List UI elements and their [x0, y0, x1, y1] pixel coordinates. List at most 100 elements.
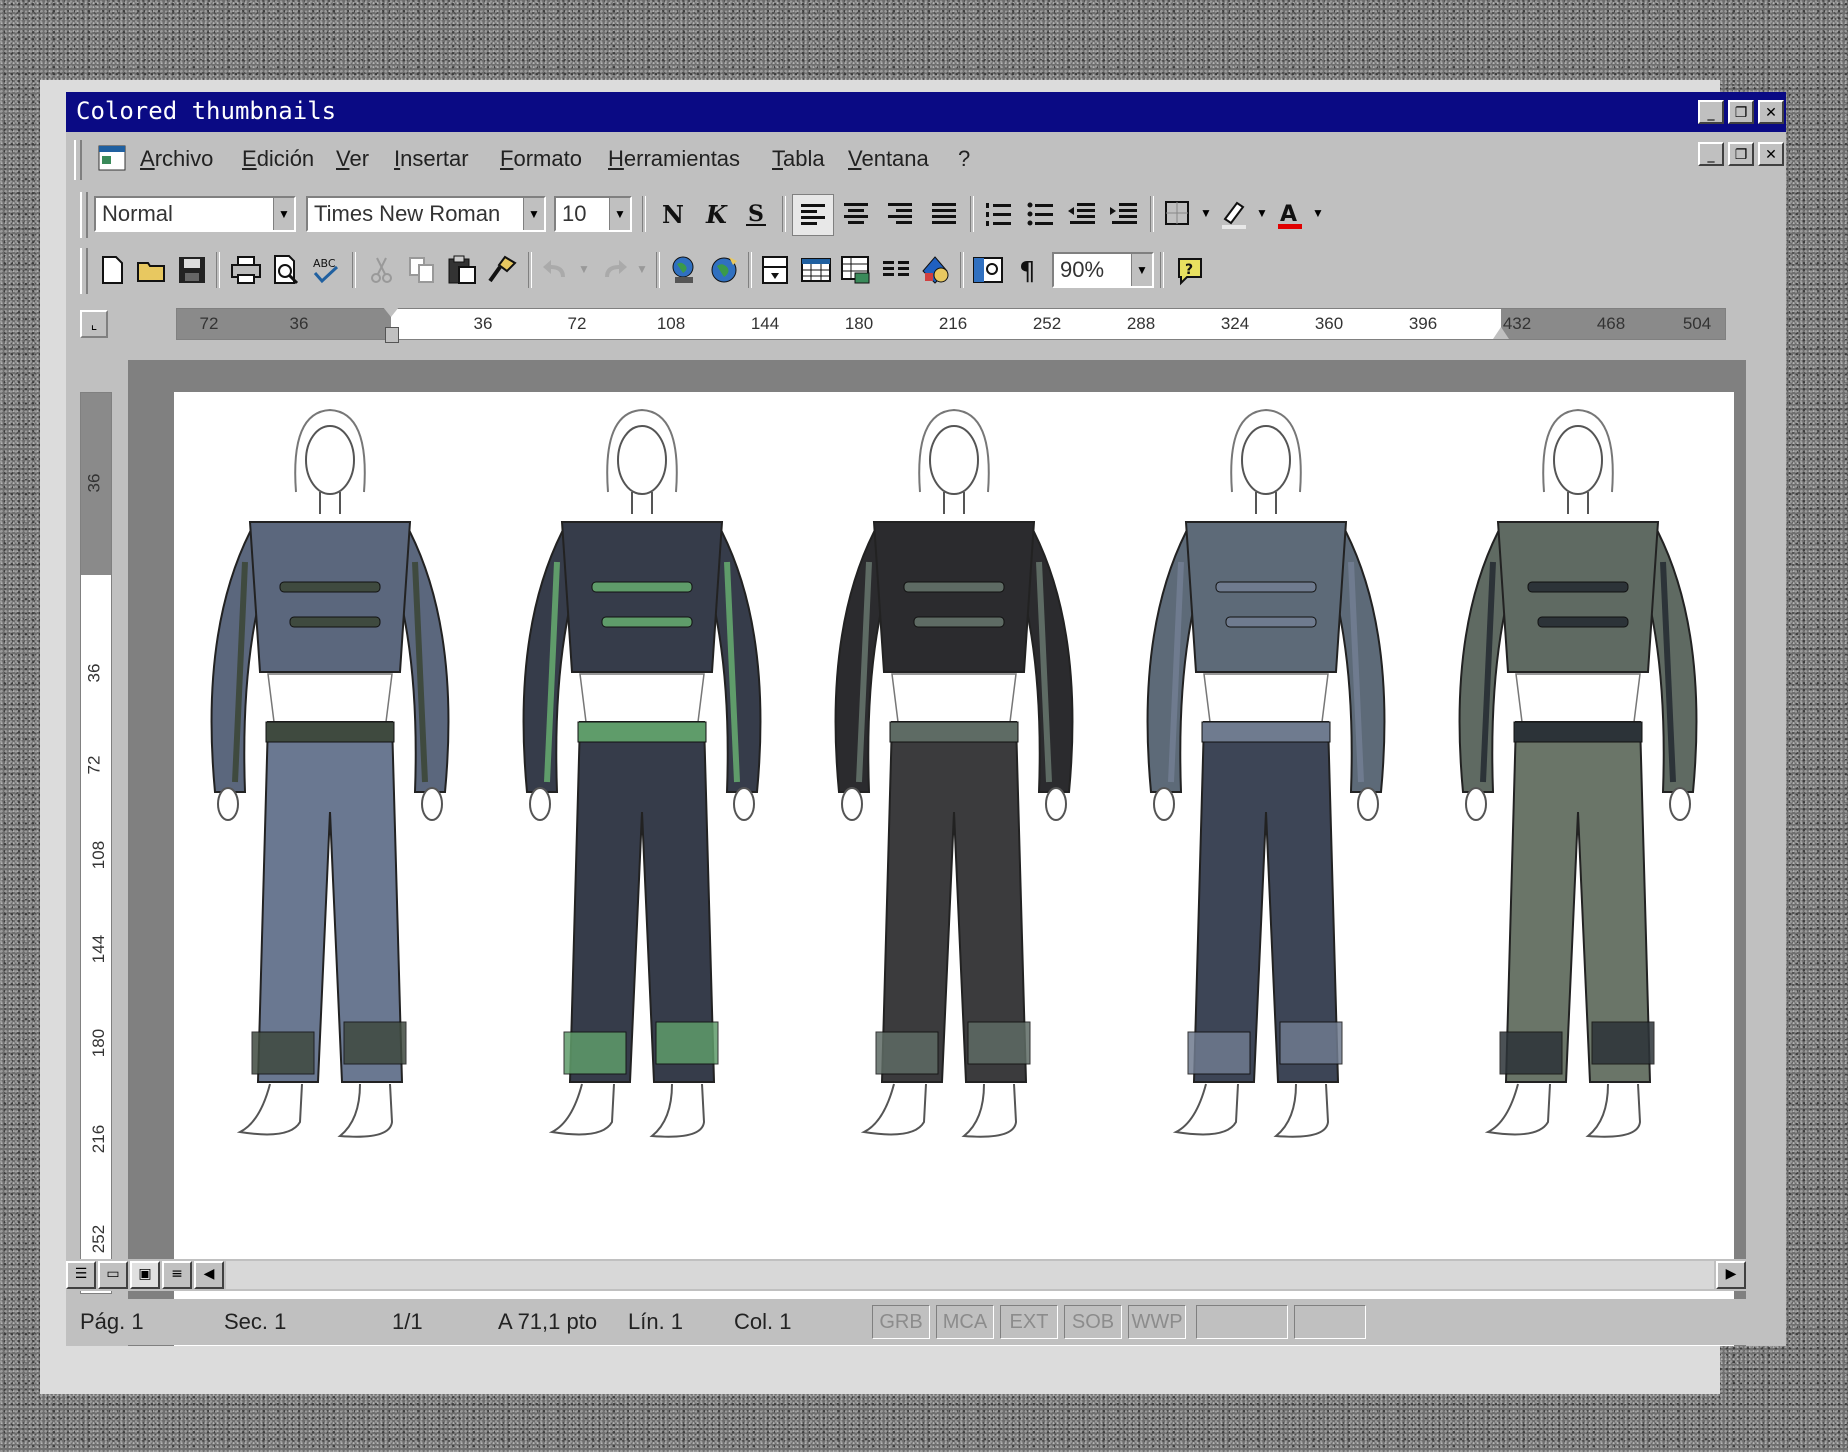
new-button[interactable]	[92, 250, 132, 290]
office-assistant-button[interactable]: ?	[1170, 250, 1210, 290]
chevron-down-icon[interactable]: ▼	[636, 262, 648, 276]
right-hand	[1045, 787, 1067, 821]
horizontal-ruler[interactable]: 72 36 36 72 108 144 180 216 252 288 324 …	[176, 307, 1726, 343]
font-combo[interactable]: Times New Roman ▼	[306, 196, 546, 232]
web-toolbar-button[interactable]	[704, 250, 744, 290]
doc-close-button[interactable]: ✕	[1758, 142, 1784, 166]
toolbar-grip[interactable]	[80, 248, 88, 294]
zoom-value: 90%	[1060, 257, 1105, 282]
outline-view-button[interactable]: ≡	[162, 1261, 192, 1289]
copy-button[interactable]	[402, 250, 442, 290]
close-button[interactable]: ✕	[1758, 100, 1784, 124]
document-page[interactable]	[174, 392, 1734, 1346]
left-hand	[1153, 787, 1175, 821]
show-hide-button[interactable]: ¶	[1008, 250, 1048, 290]
horizontal-scroll-track[interactable]	[226, 1261, 1714, 1289]
chevron-down-icon[interactable]: ▼	[609, 198, 630, 230]
first-line-indent-marker[interactable]	[383, 307, 399, 317]
increase-indent-button[interactable]	[1104, 194, 1144, 234]
insert-spreadsheet-button[interactable]	[836, 250, 876, 290]
print-layout-view-button[interactable]: ▣	[130, 1261, 160, 1289]
restore-button[interactable]: ❐	[1728, 100, 1754, 124]
cut-button[interactable]	[362, 250, 402, 290]
align-right-button[interactable]	[880, 194, 920, 234]
chevron-down-icon[interactable]: ▼	[1200, 206, 1212, 220]
borders-button[interactable]	[1158, 194, 1198, 234]
menu-formato[interactable]: Formato	[500, 146, 582, 172]
style-combo[interactable]: Normal ▼	[94, 196, 296, 232]
status-mode-mca[interactable]: MCA	[936, 1305, 994, 1339]
highlight-button[interactable]	[1214, 194, 1254, 234]
status-mode-grb[interactable]: GRB	[872, 1305, 930, 1339]
menu-insertar[interactable]: Insertar	[394, 146, 469, 172]
menu-edicion[interactable]: Edición	[242, 146, 314, 172]
menu-archivo[interactable]: Archivo	[140, 146, 213, 172]
chevron-down-icon[interactable]: ▼	[1256, 206, 1268, 220]
right-indent-marker[interactable]	[1493, 327, 1509, 339]
minimize-button[interactable]: _	[1698, 100, 1724, 124]
toolbar-grip[interactable]	[80, 192, 88, 238]
print-preview-button[interactable]	[266, 250, 306, 290]
save-icon	[179, 257, 205, 283]
save-button[interactable]	[172, 250, 212, 290]
insert-table-button[interactable]	[796, 250, 836, 290]
toolbar-separator	[1150, 196, 1154, 232]
hyperlink-button[interactable]	[664, 250, 704, 290]
left-hand	[529, 787, 551, 821]
document-map-button[interactable]	[968, 250, 1008, 290]
font-color-button[interactable]: A	[1270, 194, 1310, 234]
chevron-down-icon[interactable]: ▼	[578, 262, 590, 276]
scroll-left-button[interactable]: ◀	[194, 1261, 224, 1289]
doc-minimize-button[interactable]: _	[1698, 142, 1724, 166]
align-center-button[interactable]	[836, 194, 876, 234]
columns-button[interactable]	[876, 250, 916, 290]
print-button[interactable]	[226, 250, 266, 290]
svg-text:A: A	[1280, 202, 1297, 227]
align-left-button[interactable]	[792, 194, 834, 236]
status-mode-ext[interactable]: EXT	[1000, 1305, 1058, 1339]
menu-ventana[interactable]: Ventana	[848, 146, 929, 172]
bullets-button[interactable]	[1020, 194, 1060, 234]
menu-help[interactable]: ?	[958, 146, 970, 172]
head	[929, 425, 979, 495]
justify-button[interactable]	[924, 194, 964, 234]
vruler-label: 180	[89, 1028, 109, 1058]
chevron-down-icon[interactable]: ▼	[1312, 206, 1324, 220]
left-indent-marker[interactable]	[385, 327, 399, 343]
menu-herramientas[interactable]: Herramientas	[608, 146, 740, 172]
status-mode-sob[interactable]: SOB	[1064, 1305, 1122, 1339]
size-combo[interactable]: 10 ▼	[554, 196, 632, 232]
tables-borders-button[interactable]	[756, 250, 796, 290]
decrease-indent-button[interactable]	[1062, 194, 1102, 234]
status-mode-wwp[interactable]: WWP	[1128, 1305, 1186, 1339]
vertical-scrollbar[interactable]	[1756, 350, 1786, 1294]
scroll-right-button[interactable]: ▶	[1716, 1261, 1746, 1289]
hem-cuff	[875, 1031, 939, 1075]
bold-button[interactable]: N	[652, 194, 692, 234]
doc-restore-button[interactable]: ❐	[1728, 142, 1754, 166]
chevron-down-icon[interactable]: ▼	[273, 198, 294, 230]
web-layout-view-button[interactable]: ▭	[98, 1261, 128, 1289]
jacket-strap	[913, 616, 1005, 628]
menu-tabla[interactable]: Tabla	[772, 146, 825, 172]
chevron-down-icon[interactable]: ▼	[1131, 254, 1152, 286]
underline-button[interactable]: S	[736, 194, 776, 234]
italic-button[interactable]: K	[694, 194, 734, 234]
vertical-ruler[interactable]: 36 36 72 108 144 180 216 252	[80, 392, 112, 1294]
tab-selector-button[interactable]: ⌞	[80, 310, 108, 338]
spelling-button[interactable]: ABC	[306, 250, 346, 290]
chevron-down-icon[interactable]: ▼	[523, 198, 544, 230]
drawing-button[interactable]	[916, 250, 956, 290]
undo-button[interactable]	[536, 250, 576, 290]
document-icon[interactable]	[96, 144, 130, 174]
numbering-button[interactable]	[978, 194, 1018, 234]
format-painter-button[interactable]	[482, 250, 522, 290]
menubar-grip[interactable]	[74, 140, 82, 180]
zoom-combo[interactable]: 90% ▼	[1052, 252, 1154, 288]
redo-button[interactable]	[594, 250, 634, 290]
normal-view-button[interactable]: ☰	[66, 1261, 96, 1289]
open-button[interactable]	[132, 250, 172, 290]
paste-button[interactable]	[442, 250, 482, 290]
waistband	[889, 721, 1019, 743]
menu-ver[interactable]: Ver	[336, 146, 369, 172]
